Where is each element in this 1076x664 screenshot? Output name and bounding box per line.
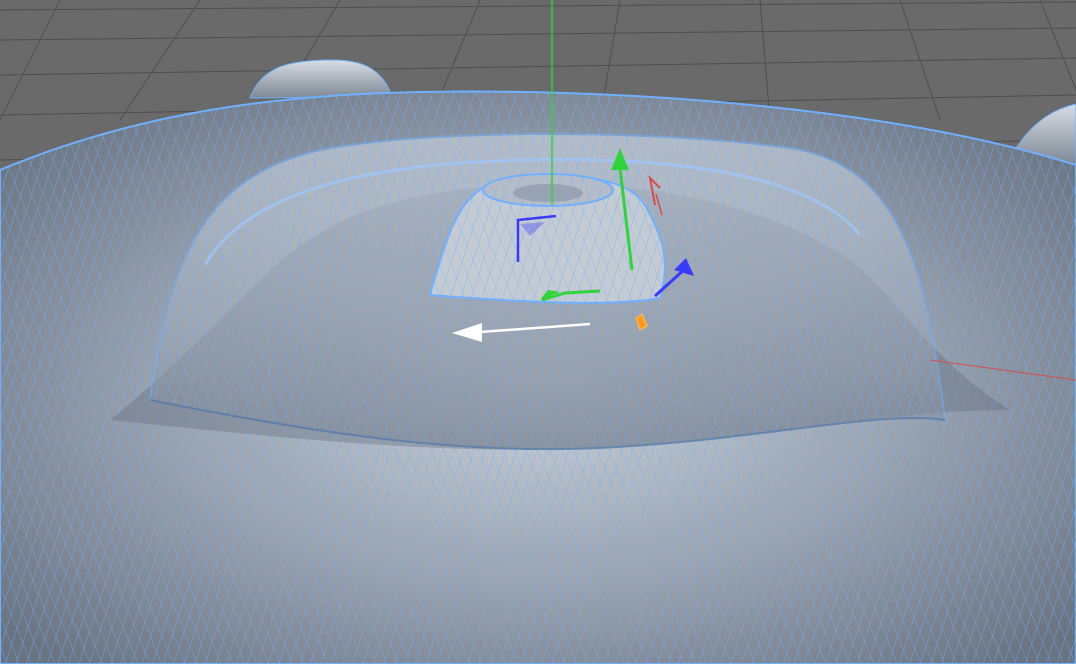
viewport-scene[interactable] [0,0,1076,664]
3d-viewport[interactable] [0,0,1076,664]
